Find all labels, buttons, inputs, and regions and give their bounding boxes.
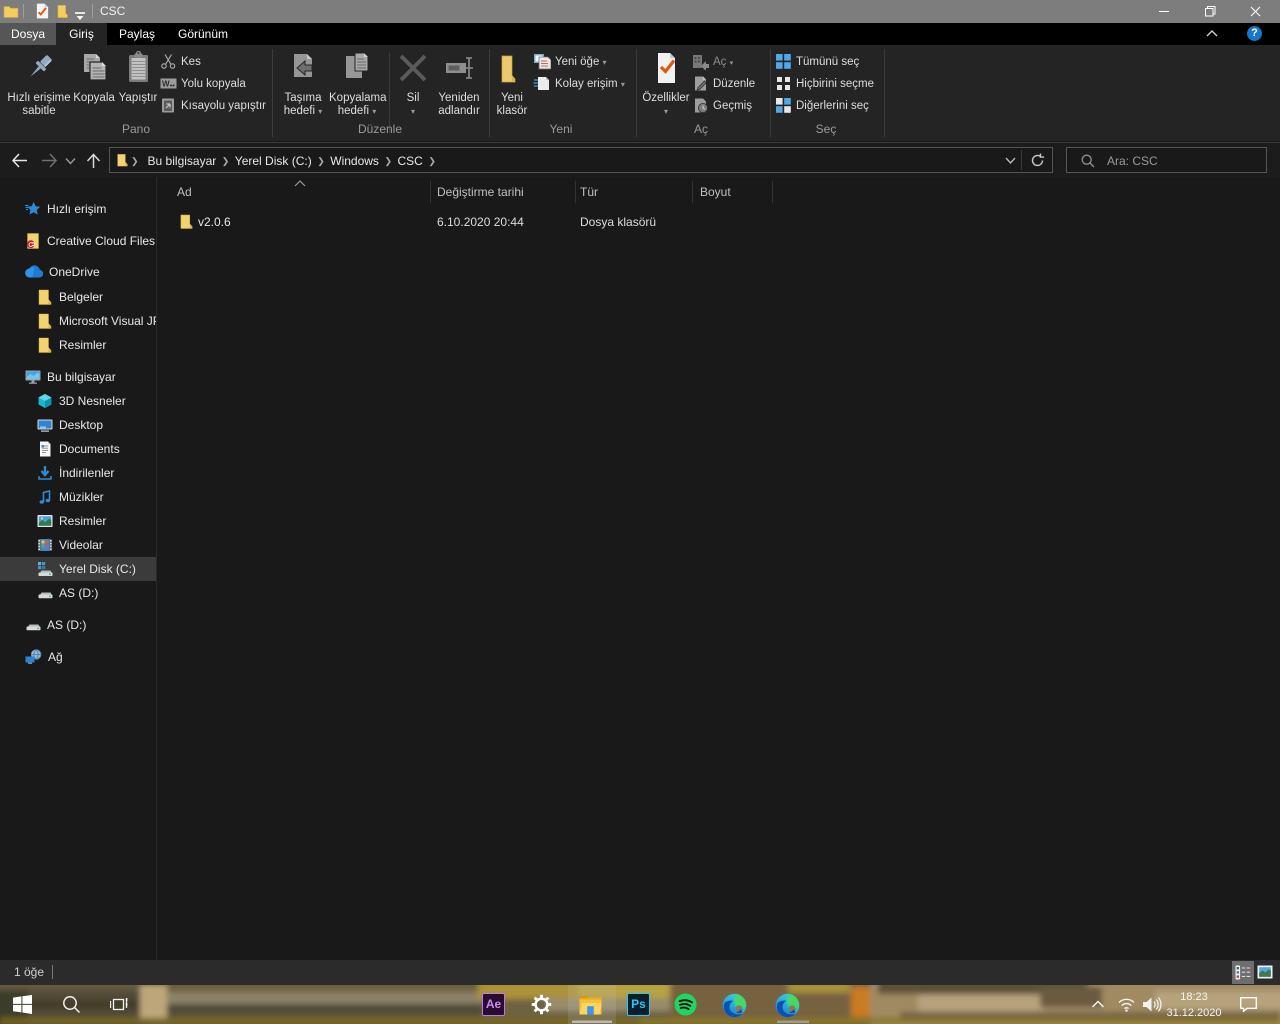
svg-text:W: W	[162, 80, 170, 89]
